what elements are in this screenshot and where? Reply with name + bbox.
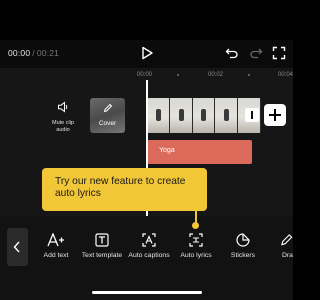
total-time: 00:21 — [36, 48, 60, 58]
stickers-tool[interactable]: Stickers — [218, 232, 268, 261]
redo-button[interactable] — [249, 46, 263, 60]
bottom-toolbar: Add text Text template Auto captions Aut… — [0, 216, 293, 300]
add-text-tool[interactable]: Add text — [31, 232, 81, 261]
text-clip[interactable]: Yoga — [147, 140, 252, 164]
undo-icon — [225, 48, 238, 59]
video-thumbnail — [215, 98, 239, 133]
video-thumbnail — [169, 98, 193, 133]
tooltip-pointer-dot — [192, 222, 199, 229]
tool-label: Text template — [81, 252, 123, 259]
ruler-tick: 00:02 — [208, 72, 224, 78]
mute-clip-audio-button[interactable]: Mute clip audio — [45, 100, 81, 134]
video-thumbnail — [192, 98, 216, 133]
fullscreen-button[interactable] — [272, 46, 286, 60]
current-time: 00:00 — [8, 48, 31, 58]
home-indicator[interactable] — [92, 291, 202, 294]
auto-captions-tool[interactable]: Auto captions — [124, 232, 174, 261]
video-clip-strip[interactable] — [147, 98, 261, 133]
add-text-icon — [31, 232, 81, 248]
tooltip-text: Try our new feature to create auto lyric… — [55, 176, 186, 199]
auto-lyrics-tool[interactable]: Auto lyrics — [171, 232, 221, 261]
ruler-tick: 00:04 — [278, 72, 294, 78]
text-template-icon — [77, 232, 127, 248]
text-clip-label: Yoga — [159, 147, 175, 154]
tool-label: Auto lyrics — [180, 252, 212, 259]
add-clip-button[interactable] — [264, 104, 286, 126]
tool-label: Stickers — [230, 252, 256, 259]
transition-button[interactable] — [245, 108, 259, 122]
tool-label: Add text — [43, 252, 69, 259]
tool-label: Dra — [282, 252, 293, 259]
undo-button[interactable] — [225, 46, 239, 60]
ruler-dot — [177, 74, 179, 76]
ruler-dot — [248, 74, 250, 76]
auto-lyrics-tooltip[interactable]: Try our new feature to create auto lyric… — [42, 168, 207, 211]
cover-label: Cover — [98, 120, 117, 127]
playback-bar: 00:00/00:21 — [0, 40, 293, 68]
speaker-icon — [58, 101, 68, 113]
time-separator: / — [32, 48, 35, 58]
ruler-tick: 00:00 — [137, 72, 153, 78]
edit-pencil-icon — [103, 103, 113, 113]
auto-lyrics-icon — [171, 232, 221, 248]
mute-clip-label: Mute clip audio — [51, 120, 74, 133]
fullscreen-icon — [272, 46, 286, 60]
back-button[interactable] — [7, 228, 28, 266]
play-icon — [142, 46, 153, 60]
redo-icon — [250, 48, 263, 59]
text-template-tool[interactable]: Text template — [77, 232, 127, 261]
draw-icon — [264, 232, 293, 248]
stickers-icon — [218, 232, 268, 248]
video-thumbnail — [147, 98, 170, 133]
tool-label: Auto captions — [128, 252, 170, 259]
auto-captions-icon — [124, 232, 174, 248]
chevron-left-icon — [13, 241, 20, 253]
cover-button[interactable]: Cover — [90, 98, 125, 133]
time-display: 00:00/00:21 — [8, 48, 59, 58]
draw-tool[interactable]: Dra — [264, 232, 293, 261]
play-button[interactable] — [140, 46, 154, 60]
video-preview[interactable] — [0, 0, 293, 40]
